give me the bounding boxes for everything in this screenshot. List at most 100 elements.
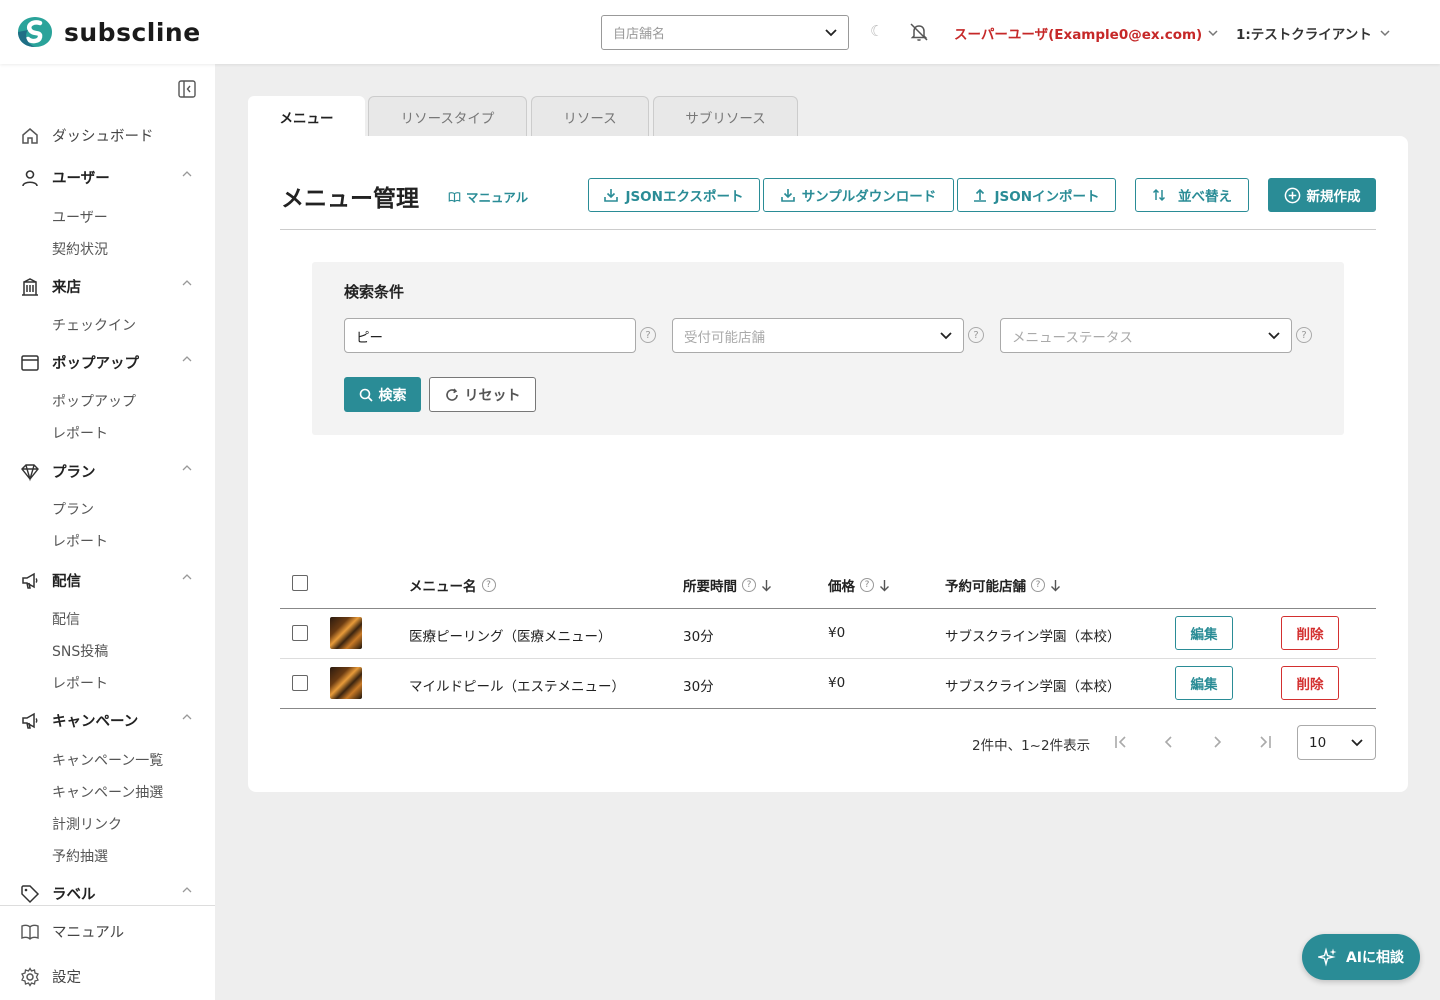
column-header-store[interactable]: 予約可能店舗 ? [945,575,1061,595]
row-checkbox[interactable] [292,675,308,691]
sidebar-group-visit[interactable]: 来店 [20,276,192,297]
sort-button[interactable]: 並べ替え [1135,178,1249,212]
edit-button[interactable]: 編集 [1175,616,1233,650]
chevron-down-icon [825,28,837,36]
pagination-summary: 2件中、1~2件表示 [972,738,1091,754]
table-bottom-divider [280,708,1376,709]
upload-icon [974,188,987,202]
status-filter-select[interactable]: メニューステータス [1000,318,1292,353]
sidebar-item-manual[interactable]: マニュアル [20,921,124,942]
help-icon[interactable]: ? [1296,327,1312,343]
create-button[interactable]: 新規作成 [1268,178,1376,212]
json-export-button[interactable]: JSONエクスポート [588,178,760,212]
sidebar-item-popup-report[interactable]: レポート [52,423,108,443]
select-all-checkbox[interactable] [292,575,308,591]
column-header-label: メニュー名 [409,579,477,595]
main-card: メニュー管理 マニュアル JSONエクスポート サンプルダウンロード JSONイ… [248,136,1408,792]
menu-thumbnail [330,617,362,649]
sidebar-item-tracking-link[interactable]: 計測リンク [52,814,122,834]
logo-mark-icon [18,17,52,47]
sidebar-group-popup[interactable]: ポップアップ [20,352,192,373]
column-header-name[interactable]: メニュー名 ? [409,575,496,595]
reset-button[interactable]: リセット [429,377,536,412]
tab-menu[interactable]: メニュー [248,96,365,137]
megaphone-icon [22,712,38,729]
search-icon [359,388,373,402]
store-filter-select[interactable]: 受付可能店舗 [672,318,964,353]
edit-button[interactable]: 編集 [1175,666,1233,700]
ai-consult-button[interactable]: AIに相談 [1302,934,1420,980]
user-menu[interactable]: スーパーユーザ(Example0@ex.com) [954,23,1218,43]
sidebar-item-delivery-report[interactable]: レポート [52,673,108,693]
sidebar-group-label-tags[interactable]: ラベル [20,883,192,904]
previous-page-icon[interactable] [1159,731,1179,753]
chevron-down-icon [940,331,952,339]
sidebar-group-label: 配信 [52,574,81,590]
help-icon[interactable]: ? [742,578,756,592]
button-label: 検索 [378,387,407,404]
menu-duration: 30分 [683,679,714,695]
chevron-up-icon [182,887,192,893]
last-page-icon[interactable] [1255,731,1275,753]
help-icon[interactable]: ? [860,578,874,592]
chevron-up-icon [182,171,192,177]
sidebar-item-settings[interactable]: 設定 [20,966,81,987]
tab-resource-type[interactable]: リソースタイプ [368,96,527,136]
client-menu[interactable]: 1:テストクライアント [1236,23,1390,43]
sidebar-item-contract[interactable]: 契約状況 [52,239,108,259]
per-page-select[interactable]: 10 [1297,725,1376,760]
help-icon[interactable]: ? [1031,578,1045,592]
button-label: リセット [464,387,521,404]
sidebar-item-popup[interactable]: ポップアップ [52,391,136,411]
sort-arrow-down-icon [762,579,771,591]
sidebar-group-user[interactable]: ユーザー [20,167,192,188]
sidebar-group-campaign[interactable]: キャンペーン [20,710,192,731]
sidebar-item-reservation-lottery[interactable]: 予約抽選 [52,846,108,866]
sidebar-group-delivery[interactable]: 配信 [20,570,192,591]
sidebar-item-label: ダッシュボード [52,129,154,145]
search-button[interactable]: 検索 [344,377,421,412]
store-filter-placeholder: 受付可能店舗 [684,329,765,346]
sidebar-item-plan-report[interactable]: レポート [52,531,108,551]
manual-link[interactable]: マニュアル [448,187,528,206]
sidebar-item-delivery[interactable]: 配信 [52,609,80,629]
store-select[interactable]: 自店舗名 [601,15,849,50]
sidebar-divider [0,905,215,906]
delete-button[interactable]: 削除 [1281,616,1339,650]
notification-off-icon[interactable] [909,22,929,42]
keyword-input[interactable]: ピー [344,318,636,353]
menu-name: マイルドピール（エステメニュー） [409,679,625,695]
json-import-button[interactable]: JSONインポート [957,178,1116,212]
sidebar-item-checkin[interactable]: チェックイン [52,315,136,335]
sidebar-collapse-icon[interactable] [177,79,197,99]
dark-mode-icon[interactable]: ☾ [870,22,883,40]
logo[interactable]: subscline [16,15,201,49]
sidebar-item-plan[interactable]: プラン [52,499,94,519]
delete-button[interactable]: 削除 [1281,666,1339,700]
sidebar-group-plan[interactable]: プラン [20,461,192,482]
help-icon[interactable]: ? [640,327,656,343]
tag-icon [21,884,40,903]
column-header-label: 予約可能店舗 [945,579,1026,595]
first-page-icon[interactable] [1111,731,1131,753]
sidebar-group-label: ラベル [52,887,96,903]
column-header-duration[interactable]: 所要時間 ? [683,575,772,595]
tab-sub-resource[interactable]: サブリソース [653,96,798,136]
sidebar-item-sns[interactable]: SNS投稿 [52,641,108,661]
sidebar-group-label: 来店 [52,280,81,296]
chevron-up-icon [182,356,192,362]
next-page-icon[interactable] [1207,731,1227,753]
row-checkbox[interactable] [292,625,308,641]
help-icon[interactable]: ? [481,578,496,592]
sidebar-item-dashboard[interactable]: ダッシュボード [20,125,154,146]
column-header-label: 所要時間 [683,579,737,595]
sidebar-item-campaign-list[interactable]: キャンペーン一覧 [52,750,163,770]
tab-resource[interactable]: リソース [531,96,649,136]
column-header-price[interactable]: 価格 ? [828,575,890,595]
sidebar-item-users[interactable]: ユーザー [52,207,108,227]
button-label: サンプルダウンロード [801,189,937,205]
sample-download-button[interactable]: サンプルダウンロード [763,178,954,212]
logo-text: subscline [64,17,201,47]
help-icon[interactable]: ? [968,327,984,343]
sidebar-item-campaign-lottery[interactable]: キャンペーン抽選 [52,782,163,802]
